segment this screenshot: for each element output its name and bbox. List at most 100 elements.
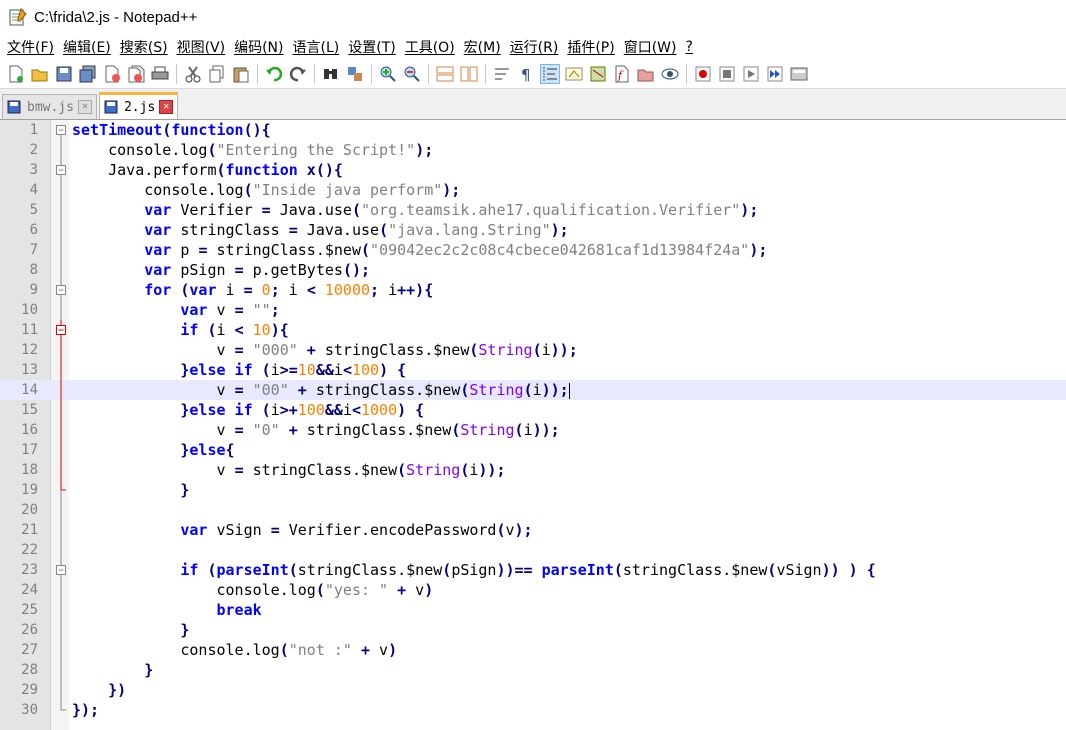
menu-item-2[interactable]: 搜索(S)	[117, 37, 171, 57]
zoom-in-icon[interactable]	[378, 64, 398, 84]
menu-item-1[interactable]: 编辑(E)	[60, 37, 114, 57]
code-line[interactable]: 26 }	[0, 620, 1066, 640]
menu-item-7[interactable]: 工具(O)	[402, 37, 458, 57]
macro-record-icon[interactable]	[693, 64, 713, 84]
macro-run-multiple-icon[interactable]	[765, 64, 785, 84]
fold-minus-icon[interactable]	[54, 560, 68, 580]
fold-minus-icon[interactable]	[54, 120, 68, 140]
code-line[interactable]: 29 })	[0, 680, 1066, 700]
tab-bmw-js[interactable]: bmw.js ✕	[2, 94, 97, 119]
menu-item-10[interactable]: 插件(P)	[564, 37, 617, 57]
code-line[interactable]: 8 var pSign = p.getBytes();	[0, 260, 1066, 280]
fold-line-icon	[60, 440, 62, 460]
code-token: )	[388, 641, 398, 659]
code-line[interactable]: 19 }	[0, 480, 1066, 500]
save-icon[interactable]	[54, 64, 74, 84]
line-number: 5	[29, 202, 38, 218]
close-tab-icon[interactable]: ✕	[77, 100, 92, 114]
code-line[interactable]: 20	[0, 500, 1066, 520]
tab-2-js[interactable]: 2.js ✕	[98, 92, 179, 119]
save-all-icon[interactable]	[78, 64, 98, 84]
new-file-icon[interactable]	[6, 64, 26, 84]
code-text: });	[72, 700, 99, 720]
code-line[interactable]: 23 if (parseInt(stringClass.$new(pSign))…	[0, 560, 1066, 580]
menu-item-3[interactable]: 视图(V)	[174, 37, 229, 57]
code-line[interactable]: 4 console.log("Inside java perform");	[0, 180, 1066, 200]
close-file-icon[interactable]	[102, 64, 122, 84]
folder-workspace-icon[interactable]	[636, 64, 656, 84]
word-wrap-icon[interactable]	[492, 64, 512, 84]
close-tab-icon[interactable]: ✕	[159, 100, 174, 114]
menu-item-9[interactable]: 运行(R)	[507, 37, 562, 57]
code-line[interactable]: 7 var p = stringClass.$new("09042ec2c2c0…	[0, 240, 1066, 260]
find-icon[interactable]	[321, 64, 341, 84]
monitoring-eye-icon[interactable]	[660, 64, 680, 84]
fold-minus-icon[interactable]	[54, 160, 68, 180]
menu-item-0[interactable]: 文件(F)	[4, 37, 57, 57]
menu-item-5[interactable]: 语言(L)	[290, 37, 343, 57]
fold-line-icon	[60, 580, 62, 600]
code-text: Java.perform(function x(){	[72, 160, 343, 180]
doc-map-icon[interactable]	[588, 64, 608, 84]
open-file-icon[interactable]	[30, 64, 50, 84]
menu-item-12[interactable]: ?	[683, 39, 696, 55]
code-line[interactable]: 6 var stringClass = Java.use("java.lang.…	[0, 220, 1066, 240]
undo-icon[interactable]	[264, 64, 284, 84]
code-line[interactable]: 17 }else{	[0, 440, 1066, 460]
code-line[interactable]: 14 v = "00" + stringClass.$new(String(i)…	[0, 380, 1066, 400]
code-line[interactable]: 28 }	[0, 660, 1066, 680]
macro-stop-icon[interactable]	[717, 64, 737, 84]
code-line[interactable]: 5 var Verifier = Java.use("org.teamsik.a…	[0, 200, 1066, 220]
code-line[interactable]: 15 }else if (i>+100&&i<1000) {	[0, 400, 1066, 420]
code-line[interactable]: 10 var v = "";	[0, 300, 1066, 320]
code-line[interactable]: 9 for (var i = 0; i < 10000; i++){	[0, 280, 1066, 300]
code-line[interactable]: 2 console.log("Entering the Script!");	[0, 140, 1066, 160]
macro-save-icon[interactable]	[789, 64, 809, 84]
code-token: }	[72, 661, 154, 679]
code-line[interactable]: 12 v = "000" + stringClass.$new(String(i…	[0, 340, 1066, 360]
macro-play-icon[interactable]	[741, 64, 761, 84]
sync-horizontal-icon[interactable]	[459, 64, 479, 84]
zoom-out-icon[interactable]	[402, 64, 422, 84]
close-all-icon[interactable]	[126, 64, 146, 84]
toolbar: ¶ f	[0, 60, 1066, 89]
code-line[interactable]: 25 break	[0, 600, 1066, 620]
show-all-chars-icon[interactable]: ¶	[516, 64, 536, 84]
copy-icon[interactable]	[207, 64, 227, 84]
code-text: var pSign = p.getBytes();	[72, 260, 370, 280]
code-line[interactable]: 30});	[0, 700, 1066, 720]
paste-icon[interactable]	[231, 64, 251, 84]
code-line[interactable]: 16 v = "0" + stringClass.$new(String(i))…	[0, 420, 1066, 440]
fold-minus-icon[interactable]	[54, 280, 68, 300]
function-list-icon[interactable]: f	[612, 64, 632, 84]
code-line[interactable]: 11 if (i < 10){	[0, 320, 1066, 340]
menu-item-11[interactable]: 窗口(W)	[621, 37, 680, 57]
code-token: i	[541, 341, 551, 359]
code-token: p.getBytes	[243, 261, 343, 279]
code-line[interactable]: 21 var vSign = Verifier.encodePassword(v…	[0, 520, 1066, 540]
code-text: if (i < 10){	[72, 320, 289, 340]
fold-minus-icon[interactable]	[54, 320, 68, 340]
code-text: }	[72, 660, 153, 680]
redo-icon[interactable]	[288, 64, 308, 84]
code-line[interactable]: 13 }else if (i>=10&&i<100) {	[0, 360, 1066, 380]
code-token: )	[424, 581, 434, 599]
code-line[interactable]: 1 setTimeout(function(){	[0, 120, 1066, 140]
print-icon[interactable]	[150, 64, 170, 84]
code-token: ();	[342, 261, 371, 279]
code-line[interactable]: 27 console.log("not :" + v)	[0, 640, 1066, 660]
code-editor[interactable]: 1 setTimeout(function(){2 console.log("En…	[0, 120, 1066, 730]
code-line[interactable]: 3 Java.perform(function x(){	[0, 160, 1066, 180]
menu-item-6[interactable]: 设置(T)	[345, 37, 398, 57]
sync-vertical-icon[interactable]	[435, 64, 455, 84]
menu-item-8[interactable]: 宏(M)	[461, 37, 504, 57]
code-token: ){	[270, 321, 289, 339]
replace-icon[interactable]	[345, 64, 365, 84]
indent-guide-icon[interactable]	[540, 64, 560, 84]
udl-icon[interactable]	[564, 64, 584, 84]
cut-icon[interactable]	[183, 64, 203, 84]
menu-item-4[interactable]: 编码(N)	[231, 37, 286, 57]
code-line[interactable]: 18 v = stringClass.$new(String(i));	[0, 460, 1066, 480]
code-line[interactable]: 22	[0, 540, 1066, 560]
code-line[interactable]: 24 console.log("yes: " + v)	[0, 580, 1066, 600]
